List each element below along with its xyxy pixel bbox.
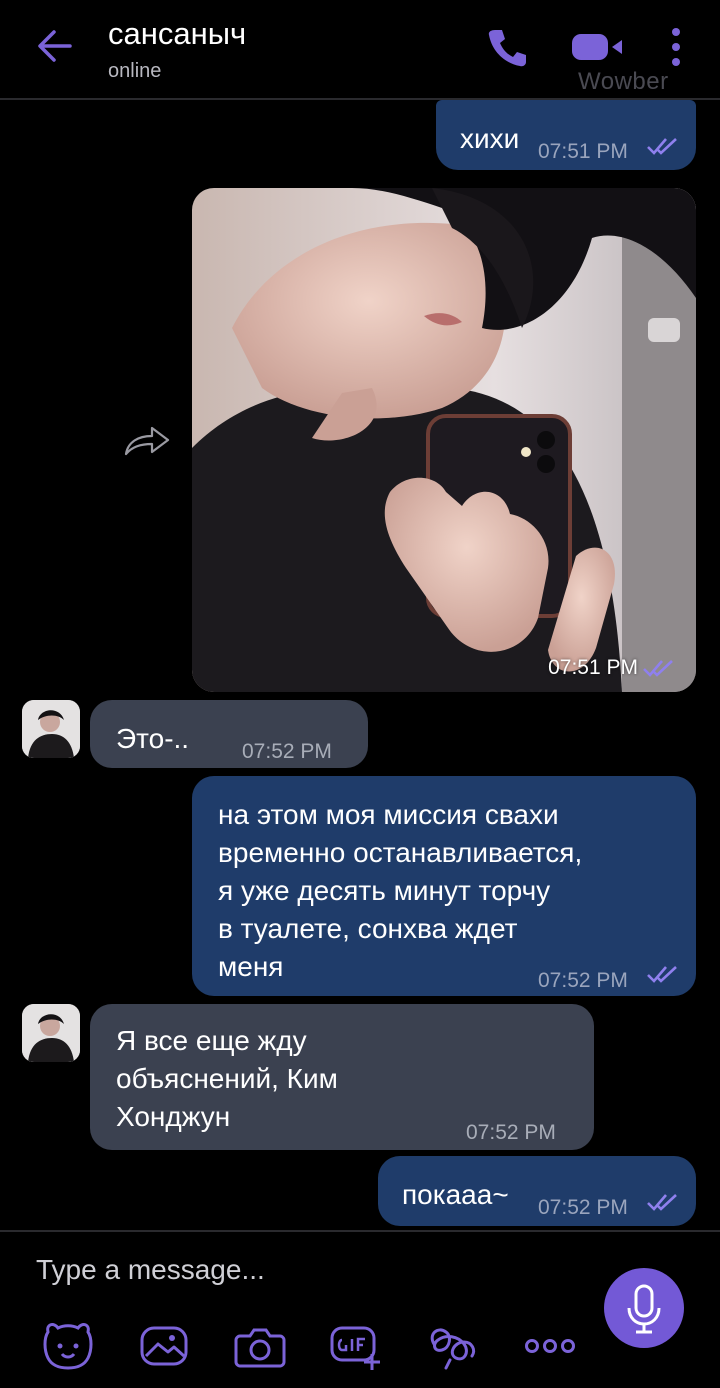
- message-text: покааа~: [402, 1179, 509, 1210]
- contact-name[interactable]: сансаныч: [108, 16, 246, 52]
- camera-icon[interactable]: [232, 1320, 288, 1372]
- selfie-photo: [192, 188, 696, 692]
- gif-icon[interactable]: [328, 1320, 384, 1372]
- doodle-icon[interactable]: [424, 1320, 480, 1372]
- photo-message[interactable]: 07:51 PM: [192, 188, 696, 692]
- chat-header: сансаныч online Wowber: [0, 0, 720, 100]
- read-ticks-icon: [647, 138, 677, 155]
- message-outgoing[interactable]: покааа~ 07:52 PM: [378, 1156, 696, 1226]
- gallery-icon[interactable]: [136, 1320, 192, 1372]
- message-time: 07:51 PM: [548, 656, 638, 679]
- voice-record-button[interactable]: [604, 1268, 684, 1348]
- watermark: Wowber: [578, 68, 669, 95]
- message-composer: Type a message...: [0, 1230, 720, 1388]
- message-text: Я все еще жду объяснений, Ким Хонджун: [116, 1025, 338, 1132]
- message-outgoing[interactable]: на этом моя миссия свахи временно остана…: [192, 776, 696, 996]
- message-outgoing[interactable]: хихи 07:51 PM: [436, 100, 696, 170]
- more-vertical-icon[interactable]: [668, 26, 684, 68]
- message-time: 07:52 PM: [242, 740, 332, 763]
- message-text: Это-..: [116, 723, 190, 754]
- sticker-icon[interactable]: [40, 1320, 96, 1372]
- message-incoming[interactable]: Это-.. 07:52 PM: [90, 700, 368, 768]
- more-options-icon[interactable]: [522, 1320, 578, 1372]
- read-ticks-icon: [643, 660, 673, 677]
- read-ticks-icon: [647, 966, 677, 983]
- message-time: 07:52 PM: [466, 1121, 556, 1144]
- contact-avatar[interactable]: [22, 700, 80, 758]
- message-input[interactable]: Type a message...: [36, 1254, 265, 1286]
- message-time: 07:52 PM: [538, 1196, 628, 1219]
- microphone-icon: [627, 1284, 661, 1334]
- message-time: 07:51 PM: [538, 140, 628, 163]
- video-call-icon[interactable]: [568, 30, 628, 64]
- message-time: 07:52 PM: [538, 969, 628, 992]
- read-ticks-icon: [647, 1194, 677, 1211]
- contact-avatar[interactable]: [22, 1004, 80, 1062]
- message-text: на этом моя миссия свахи временно остана…: [218, 799, 583, 982]
- forward-icon[interactable]: [122, 424, 172, 458]
- message-incoming[interactable]: Я все еще жду объяснений, Ким Хонджун 07…: [90, 1004, 594, 1150]
- avatar-photo: [22, 700, 80, 758]
- avatar-photo: [22, 1004, 80, 1062]
- message-text: хихи: [460, 123, 520, 154]
- phone-call-icon[interactable]: [486, 26, 528, 68]
- contact-status: online: [108, 60, 162, 82]
- back-arrow-icon[interactable]: [34, 26, 74, 66]
